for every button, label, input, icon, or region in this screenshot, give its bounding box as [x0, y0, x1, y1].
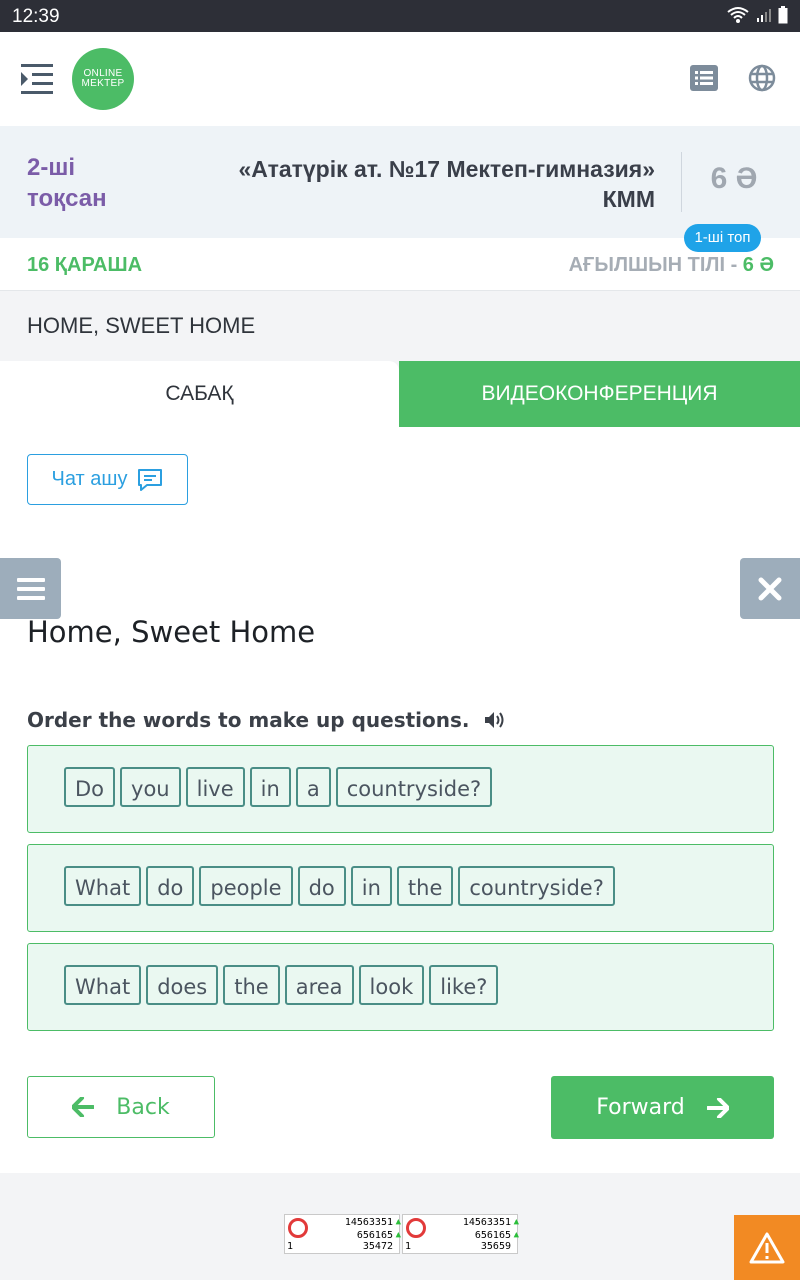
- word-tile[interactable]: like?: [429, 965, 499, 1005]
- word-tile[interactable]: area: [284, 965, 354, 1005]
- word-tile[interactable]: do: [297, 866, 346, 906]
- exercise-close-button[interactable]: [740, 558, 800, 619]
- class-info-bar: 2-ші тоқсан «Ататүрік ат. №17 Мектеп-гим…: [0, 126, 800, 238]
- word-tile[interactable]: countryside?: [335, 767, 493, 807]
- class-grade: 6 Ә: [710, 162, 758, 195]
- visit-counter-1[interactable]: 14563351 ▲ 656165 ▲ 1 35472: [284, 1214, 401, 1254]
- menu-indent-icon[interactable]: [20, 62, 54, 96]
- date-subject-bar: 16 ҚАРАША АҒЫЛШЫН ТІЛІ - 6 Ә: [0, 238, 800, 291]
- word-tile[interactable]: What: [64, 965, 142, 1005]
- exercise-instruction: Order the words to make up questions.: [27, 708, 506, 732]
- word-tile[interactable]: does: [146, 965, 219, 1005]
- forward-button[interactable]: Forward: [551, 1076, 774, 1139]
- question-box-2: What do people do in the countryside?: [27, 844, 774, 932]
- report-problem-button[interactable]: [734, 1215, 800, 1280]
- word-tile[interactable]: people: [199, 866, 293, 906]
- word-tile[interactable]: you: [120, 767, 181, 807]
- status-time: 12:39: [12, 6, 60, 27]
- lesson-title: HOME, SWEET HOME: [27, 313, 256, 338]
- up-triangle-icon: ▲: [513, 1230, 519, 1240]
- open-chat-button[interactable]: Чат ашу: [27, 454, 188, 505]
- online-mektep-logo[interactable]: ONLINE MEKTEP: [72, 48, 134, 110]
- word-tile[interactable]: do: [146, 866, 195, 906]
- word-list-2: What do people do in the countryside?: [64, 866, 615, 906]
- counter-ring-icon: [288, 1218, 308, 1238]
- arrow-left-icon: [72, 1097, 95, 1117]
- word-tile[interactable]: the: [223, 965, 280, 1005]
- exercise-menu-button[interactable]: [0, 558, 61, 619]
- counter-ring-icon: [406, 1218, 426, 1238]
- wifi-icon: [727, 7, 749, 23]
- back-button[interactable]: Back: [27, 1076, 215, 1138]
- up-triangle-icon: ▲: [395, 1217, 401, 1227]
- question-box-3: What does the area look like?: [27, 943, 774, 1031]
- word-tile[interactable]: a: [295, 767, 331, 807]
- status-bar: 12:39: [0, 0, 800, 32]
- close-icon: [758, 577, 782, 600]
- exercise-title: Home, Sweet Home: [27, 615, 316, 649]
- quarter-label: 2-ші тоқсан: [27, 154, 107, 212]
- warning-icon: [749, 1232, 785, 1263]
- visit-counters: 14563351 ▲ 656165 ▲ 1 35472 14563351 ▲ 6561…: [284, 1214, 519, 1254]
- lesson-date: 16 ҚАРАША: [27, 254, 143, 276]
- school-name: «Ататүрік ат. №17 Мектеп-гимназия» КММ: [238, 156, 655, 212]
- word-list-1: Do you live in a countryside?: [64, 767, 493, 807]
- word-list-3: What does the area look like?: [64, 965, 499, 1005]
- list-icon[interactable]: [690, 65, 718, 91]
- word-tile[interactable]: What: [64, 866, 142, 906]
- word-tile[interactable]: countryside?: [458, 866, 615, 906]
- word-tile[interactable]: look: [358, 965, 425, 1005]
- arrow-right-icon: [706, 1097, 729, 1118]
- word-tile[interactable]: in: [350, 866, 392, 906]
- signal-icon: [757, 9, 771, 22]
- up-triangle-icon: ▲: [395, 1230, 401, 1240]
- status-icons: [726, 6, 788, 24]
- word-tile[interactable]: live: [185, 767, 245, 807]
- tab-videoconference[interactable]: ВИДЕОКОНФЕРЕНЦИЯ: [399, 361, 800, 427]
- question-box-1: Do you live in a countryside?: [27, 745, 774, 833]
- lesson-content: Чат ашу Home, Sweet Home Order the words…: [0, 427, 800, 1173]
- group-badge: 1-ші топ: [684, 224, 761, 252]
- globe-icon[interactable]: [748, 64, 776, 92]
- word-tile[interactable]: Do: [64, 767, 116, 807]
- word-tile[interactable]: in: [249, 767, 291, 807]
- subject-label: АҒЫЛШЫН ТІЛІ - 6 Ә: [568, 254, 774, 276]
- hamburger-icon: [16, 577, 45, 600]
- tab-lesson[interactable]: САБАҚ: [0, 361, 399, 427]
- visit-counter-2[interactable]: 14563351 ▲ 656165 ▲ 1 35659: [402, 1214, 519, 1254]
- battery-icon: [778, 6, 788, 24]
- up-triangle-icon: ▲: [513, 1217, 519, 1227]
- word-tile[interactable]: the: [396, 866, 454, 906]
- speaker-icon[interactable]: [484, 711, 506, 729]
- chat-icon: [138, 468, 163, 491]
- app-header: ONLINE MEKTEP: [0, 32, 800, 126]
